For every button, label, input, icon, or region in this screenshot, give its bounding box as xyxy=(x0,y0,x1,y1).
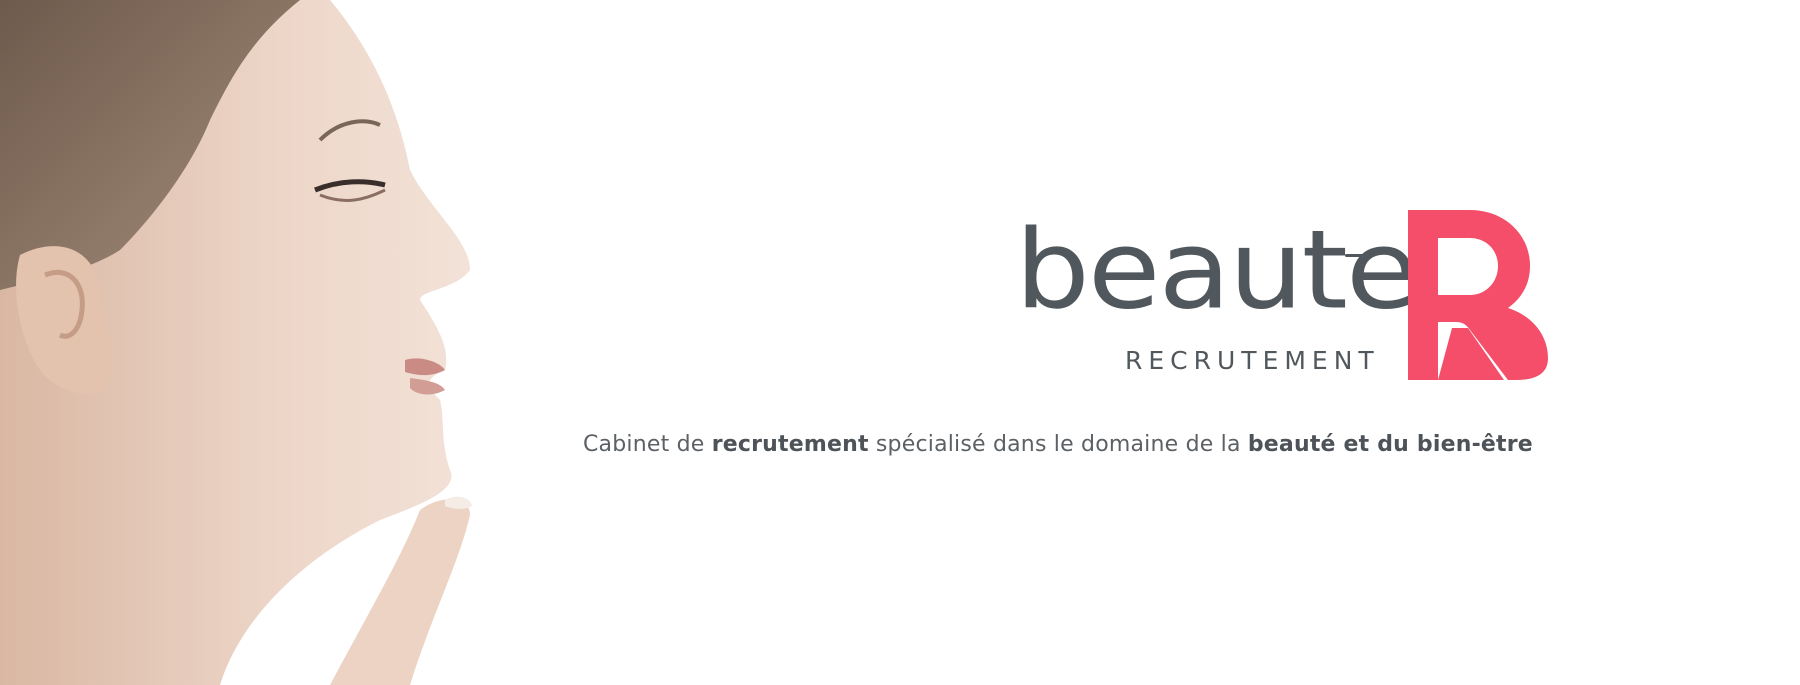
tagline-bold-2: beauté et du bien-être xyxy=(1247,432,1533,457)
woman-profile-photo xyxy=(0,0,472,685)
logo-accent-macron xyxy=(1345,254,1367,257)
tagline: Cabinet de recrutement spécialisé dans l… xyxy=(583,432,1553,457)
logo-r-mark-icon xyxy=(1408,210,1548,380)
hero-banner: beaute RECRUTEMENT Cabinet de recrutemen… xyxy=(0,0,1800,685)
tagline-part-1: Cabinet de xyxy=(583,432,712,457)
logo-subtitle: RECRUTEMENT xyxy=(1125,346,1380,375)
tagline-part-2: spécialisé dans le domaine de la xyxy=(868,432,1248,457)
logo-wordmark: beaute xyxy=(1015,206,1418,334)
tagline-bold-1: recrutement xyxy=(711,432,869,457)
